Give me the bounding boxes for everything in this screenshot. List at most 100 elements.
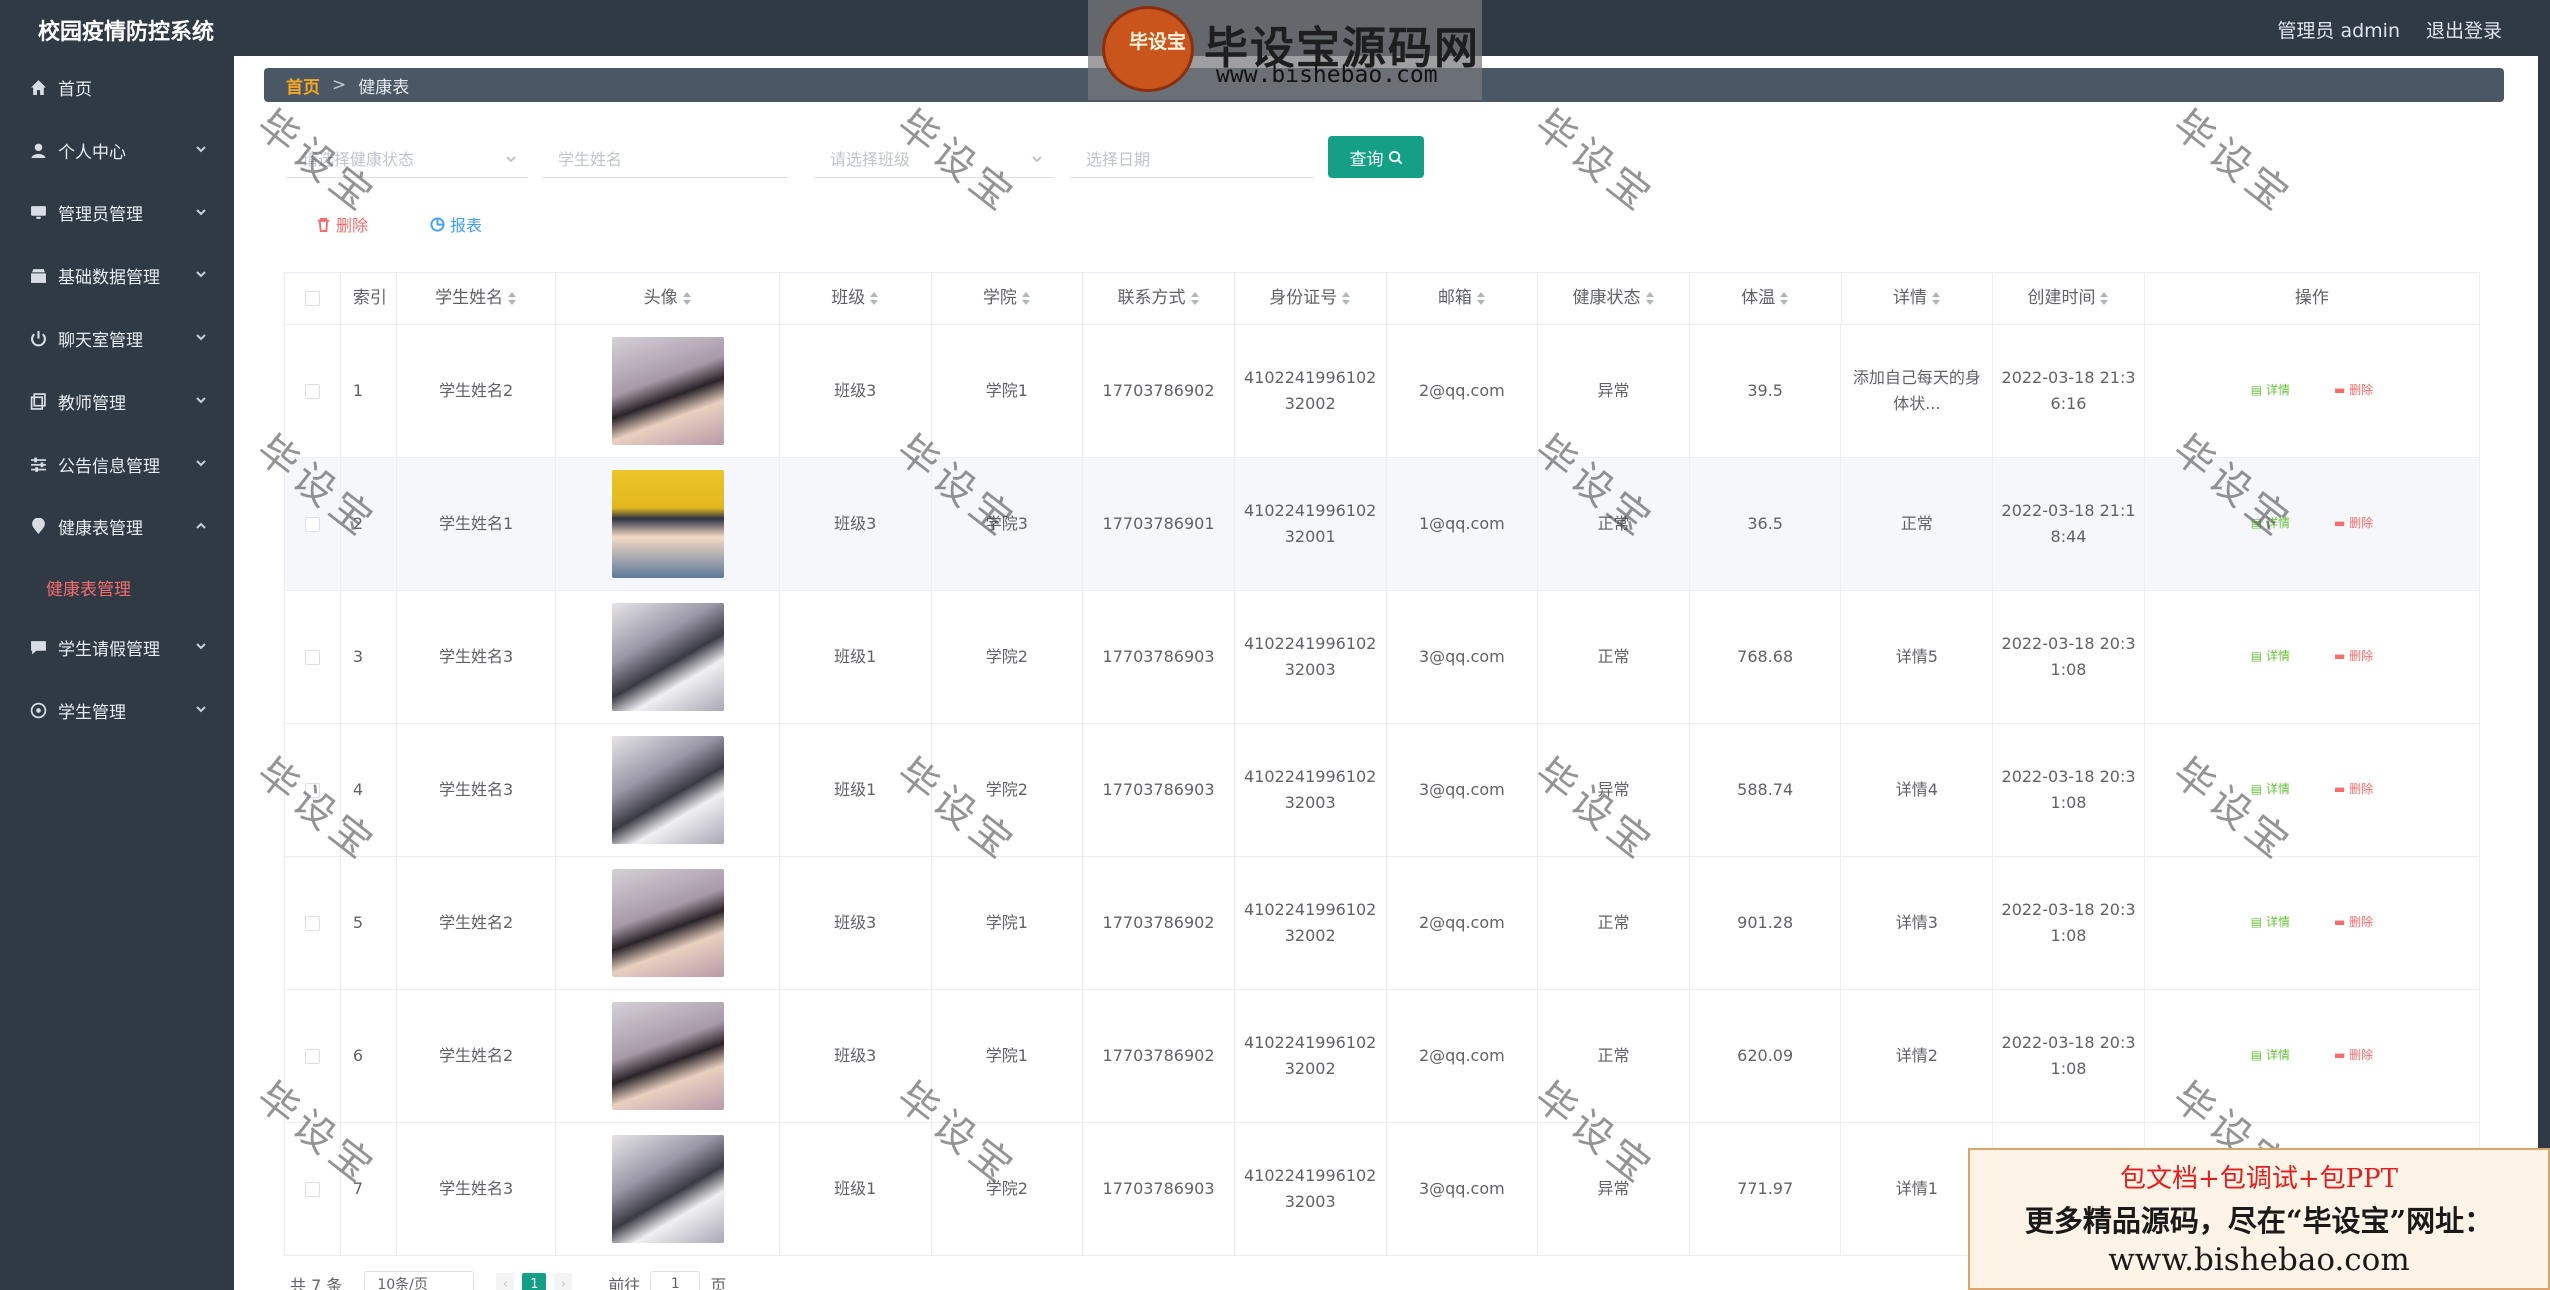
sidebar-item-home[interactable]: 首页 bbox=[0, 56, 234, 119]
pagination: 共 7 条 10条/页 ‹ 1 › 前往 1 页 bbox=[290, 1271, 726, 1290]
avatar[interactable] bbox=[611, 603, 724, 711]
table-row: 6 学生姓名2 班级3 学院1 17703786902 4102241996102 3200… bbox=[285, 990, 2481, 1123]
row-delete-button[interactable]: ▬ 删除 bbox=[2334, 913, 2373, 932]
goto-page-input[interactable]: 1 bbox=[650, 1271, 701, 1290]
row-detail-button[interactable]: ▤ 详情 bbox=[2251, 780, 2290, 799]
health-status-select[interactable]: 请选择健康状态 bbox=[286, 138, 528, 178]
cell-operation: ▤ 详情 ▬ 删除 bbox=[2145, 458, 2481, 590]
row-checkbox[interactable] bbox=[304, 1048, 320, 1064]
sidebar-item-label: 教师管理 bbox=[58, 393, 126, 414]
row-checkbox[interactable] bbox=[304, 915, 320, 931]
header-college[interactable]: 学院 bbox=[932, 273, 1084, 324]
avatar[interactable] bbox=[611, 1135, 724, 1243]
header-health[interactable]: 健康状态 bbox=[1538, 273, 1690, 324]
student-name-input[interactable]: 学生姓名 bbox=[542, 138, 788, 178]
avatar[interactable] bbox=[611, 736, 724, 844]
cell-phone: 17703786901 bbox=[1083, 458, 1235, 590]
cell-email: 2@qq.com bbox=[1387, 325, 1539, 457]
id-number-part-1: 4102241996102 bbox=[1244, 767, 1377, 787]
breadcrumb-home[interactable]: 首页 bbox=[286, 73, 320, 98]
row-detail-button[interactable]: ▤ 详情 bbox=[2251, 514, 2290, 533]
cell-id-number: 4102241996102 32002 bbox=[1235, 857, 1387, 989]
page-size-select[interactable]: 10条/页 bbox=[364, 1271, 475, 1290]
created-time-part-1: 2022-03-18 21:1 bbox=[2001, 501, 2136, 521]
select-cell bbox=[285, 990, 341, 1122]
id-number-part-2: 32001 bbox=[1284, 527, 1336, 546]
created-time-part-2: 1:08 bbox=[2050, 660, 2087, 679]
breadcrumb-current: 健康表 bbox=[358, 77, 410, 98]
prev-page-button[interactable]: ‹ bbox=[496, 1273, 515, 1290]
sidebar: 首页 个人中心 管理员管理 基础数据管理 聊天室管理 教师管理 公告信息管理 健… bbox=[0, 56, 234, 1290]
query-button[interactable]: 查询 bbox=[1328, 136, 1424, 178]
cell-class: 班级1 bbox=[780, 1123, 932, 1255]
sidebar-item-basic-data[interactable]: 基础数据管理 bbox=[0, 244, 234, 307]
avatar[interactable] bbox=[611, 470, 724, 578]
row-delete-button[interactable]: ▬ 删除 bbox=[2334, 514, 2373, 533]
sidebar-item-admin[interactable]: 管理员管理 bbox=[0, 182, 234, 245]
cell-email: 3@qq.com bbox=[1387, 591, 1539, 723]
header-created-time[interactable]: 创建时间 bbox=[1993, 273, 2145, 324]
row-delete-button[interactable]: ▬ 删除 bbox=[2334, 780, 2373, 799]
logout-link[interactable]: 退出登录 bbox=[2426, 16, 2502, 43]
row-detail-button[interactable]: ▤ 详情 bbox=[2251, 647, 2290, 666]
sidebar-item-profile[interactable]: 个人中心 bbox=[0, 119, 234, 182]
row-delete-button[interactable]: ▬ 删除 bbox=[2334, 647, 2373, 666]
cell-operation: ▤ 详情 ▬ 删除 bbox=[2145, 857, 2481, 989]
sidebar-item-teacher[interactable]: 教师管理 bbox=[0, 370, 234, 433]
header-class[interactable]: 班级 bbox=[780, 273, 932, 324]
sidebar-item-leave[interactable]: 学生请假管理 bbox=[0, 616, 234, 679]
header-email[interactable]: 邮箱 bbox=[1387, 273, 1539, 324]
table-header-row: 索引 学生姓名 头像 班级 学院 联系方式 身份证号 邮箱 健康状态 体温 详情… bbox=[285, 273, 2481, 325]
header-label: 创建时间 bbox=[2027, 287, 2096, 308]
report-button[interactable]: 报表 bbox=[430, 212, 482, 236]
cell-temperature: 768.68 bbox=[1690, 591, 1842, 723]
row-detail-button[interactable]: ▤ 详情 bbox=[2251, 913, 2290, 932]
next-page-button[interactable]: › bbox=[554, 1273, 573, 1290]
class-select[interactable]: 请选择班级 bbox=[814, 138, 1054, 178]
cell-created-time: 2022-03-18 21:3 6:16 bbox=[1993, 325, 2145, 457]
sort-icon bbox=[1645, 291, 1655, 306]
sidebar-item-health[interactable]: 健康表管理 bbox=[0, 496, 234, 559]
cell-temperature: 620.09 bbox=[1690, 990, 1842, 1122]
cell-operation: ▤ 详情 ▬ 删除 bbox=[2145, 990, 2481, 1122]
avatar[interactable] bbox=[611, 869, 724, 977]
id-number-part-2: 32002 bbox=[1284, 1059, 1336, 1078]
chevron-down-icon bbox=[194, 392, 208, 406]
avatar[interactable] bbox=[611, 1002, 724, 1110]
avatar[interactable] bbox=[611, 337, 724, 445]
sidebar-item-notice[interactable]: 公告信息管理 bbox=[0, 433, 234, 496]
created-time-part-2: 8:44 bbox=[2050, 527, 2087, 546]
cell-created-time: 2022-03-18 20:3 1:08 bbox=[1993, 591, 2145, 723]
row-detail-button[interactable]: ▤ 详情 bbox=[2251, 381, 2290, 400]
header-label: 班级 bbox=[831, 287, 866, 308]
promo-line-2: 更多精品源码，尽在“毕设宝”网址： bbox=[2024, 1204, 2494, 1238]
row-checkbox[interactable] bbox=[304, 383, 320, 399]
select-all-checkbox[interactable] bbox=[304, 291, 320, 306]
sidebar-item-chatroom[interactable]: 聊天室管理 bbox=[0, 307, 234, 370]
header-id-number[interactable]: 身份证号 bbox=[1235, 273, 1387, 324]
header-label: 详情 bbox=[1892, 287, 1927, 308]
cell-phone: 17703786903 bbox=[1083, 724, 1235, 856]
batch-delete-button[interactable]: 删除 bbox=[316, 212, 368, 236]
row-checkbox[interactable] bbox=[304, 782, 320, 798]
sidebar-subitem-health-manage[interactable]: 健康表管理 bbox=[0, 558, 234, 616]
cell-class: 班级3 bbox=[780, 857, 932, 989]
row-checkbox[interactable] bbox=[304, 649, 320, 665]
cell-avatar bbox=[556, 458, 780, 590]
page-number-button[interactable]: 1 bbox=[522, 1273, 547, 1290]
sidebar-item-student[interactable]: 学生管理 bbox=[0, 679, 234, 742]
row-delete-button[interactable]: ▬ 删除 bbox=[2334, 1046, 2373, 1065]
header-temperature[interactable]: 体温 bbox=[1690, 273, 1842, 324]
row-detail-button[interactable]: ▤ 详情 bbox=[2251, 1046, 2290, 1065]
header-student-name[interactable]: 学生姓名 bbox=[397, 273, 557, 324]
header-avatar[interactable]: 头像 bbox=[556, 273, 780, 324]
cell-detail: 正常 bbox=[1841, 458, 1994, 590]
table-row: 4 学生姓名3 班级1 学院2 17703786903 4102241996102 3200… bbox=[285, 724, 2481, 857]
created-time-part-1: 2022-03-18 20:3 bbox=[2001, 900, 2136, 920]
header-phone[interactable]: 联系方式 bbox=[1083, 273, 1235, 324]
date-picker[interactable]: 选择日期 bbox=[1070, 138, 1314, 178]
header-detail[interactable]: 详情 bbox=[1842, 273, 1994, 324]
row-checkbox[interactable] bbox=[304, 516, 320, 532]
row-checkbox[interactable] bbox=[304, 1181, 320, 1197]
row-delete-button[interactable]: ▬ 删除 bbox=[2334, 381, 2373, 400]
